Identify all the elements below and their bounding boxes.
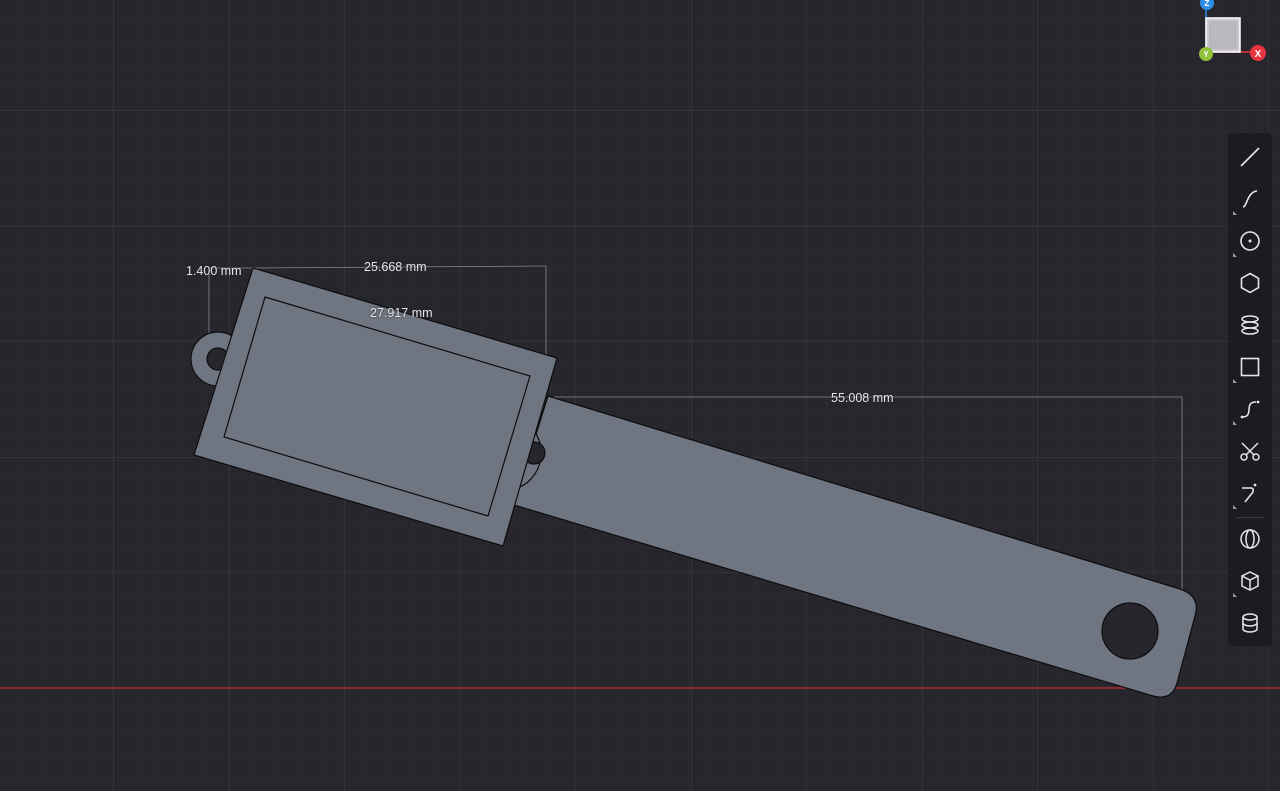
line-tool-button[interactable]	[1228, 138, 1272, 176]
circle-icon	[1240, 231, 1260, 251]
svg-text:X: X	[1255, 49, 1262, 60]
dimension-top-width: 25.668 mm	[364, 260, 427, 274]
trim-tool-button[interactable]	[1228, 432, 1272, 470]
fillet-tool-button[interactable]	[1228, 474, 1272, 512]
box-icon	[1241, 571, 1259, 591]
coil-icon	[1241, 315, 1259, 335]
curve-tool-button[interactable]	[1228, 390, 1272, 428]
dimension-arm-length: 55.008 mm	[831, 391, 894, 405]
curve-icon	[1240, 400, 1260, 419]
sphere-tool-button[interactable]	[1228, 520, 1272, 558]
coil-tool-button[interactable]	[1228, 306, 1272, 344]
circle-tool-button[interactable]	[1228, 222, 1272, 260]
box-tool-button[interactable]	[1228, 562, 1272, 600]
dimension-badge-length: 27.917 mm	[370, 306, 433, 320]
sphere-icon	[1240, 529, 1260, 549]
fillet-icon	[1242, 483, 1257, 503]
svg-text:Z: Z	[1205, 0, 1210, 8]
sketch-toolbar	[1228, 133, 1272, 646]
polygon-tool-button[interactable]	[1228, 264, 1272, 302]
sketch-viewport[interactable]	[0, 0, 1280, 791]
spline-tool-button[interactable]	[1228, 180, 1272, 218]
rectangle-tool-button[interactable]	[1228, 348, 1272, 386]
hanging-hole	[1101, 602, 1159, 660]
scissors-icon	[1240, 442, 1260, 461]
cylinder-tool-button[interactable]	[1228, 604, 1272, 642]
line-icon	[1240, 147, 1260, 167]
svg-text:Y: Y	[1203, 50, 1209, 59]
spline-icon	[1242, 190, 1258, 208]
cylinder-icon	[1242, 613, 1258, 633]
view-cube[interactable]: Z X Y	[1192, 0, 1272, 70]
rectangle-icon	[1240, 357, 1260, 377]
dimension-thickness: 1.400 mm	[186, 264, 242, 278]
hexagon-icon	[1240, 272, 1260, 294]
